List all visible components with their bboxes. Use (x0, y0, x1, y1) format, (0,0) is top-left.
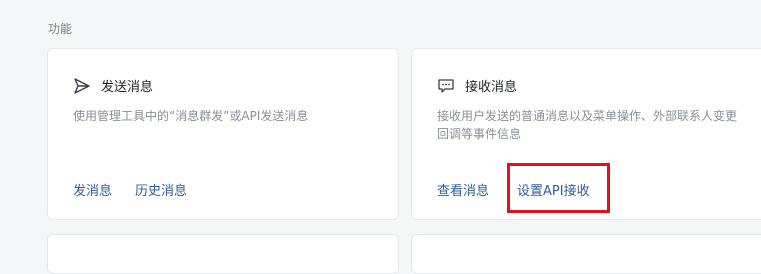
highlight-box (507, 163, 610, 213)
view-messages-link[interactable]: 查看消息 (437, 180, 489, 199)
receive-message-title: 接收消息 (465, 80, 518, 95)
message-icon (437, 77, 455, 95)
feature-card-partial-right (411, 234, 761, 274)
send-icon (73, 77, 91, 95)
send-message-link[interactable]: 发消息 (73, 180, 112, 199)
send-message-description: 使用管理工具中的“消息群发”或API发送消息 (73, 109, 309, 123)
receive-message-header: 接收消息 (437, 76, 517, 95)
feature-card-partial-left (47, 234, 399, 274)
section-title: 功能 (48, 22, 73, 36)
send-message-card: 发送消息 使用管理工具中的“消息群发”或API发送消息 发消息 历史消息 (47, 48, 399, 220)
send-message-header: 发送消息 (73, 76, 153, 95)
message-history-link[interactable]: 历史消息 (135, 180, 187, 199)
send-message-title: 发送消息 (101, 80, 154, 95)
receive-message-description: 接收用户发送的普通消息以及菜单操作、外部联系人变更回调等事件信息 (437, 109, 738, 141)
